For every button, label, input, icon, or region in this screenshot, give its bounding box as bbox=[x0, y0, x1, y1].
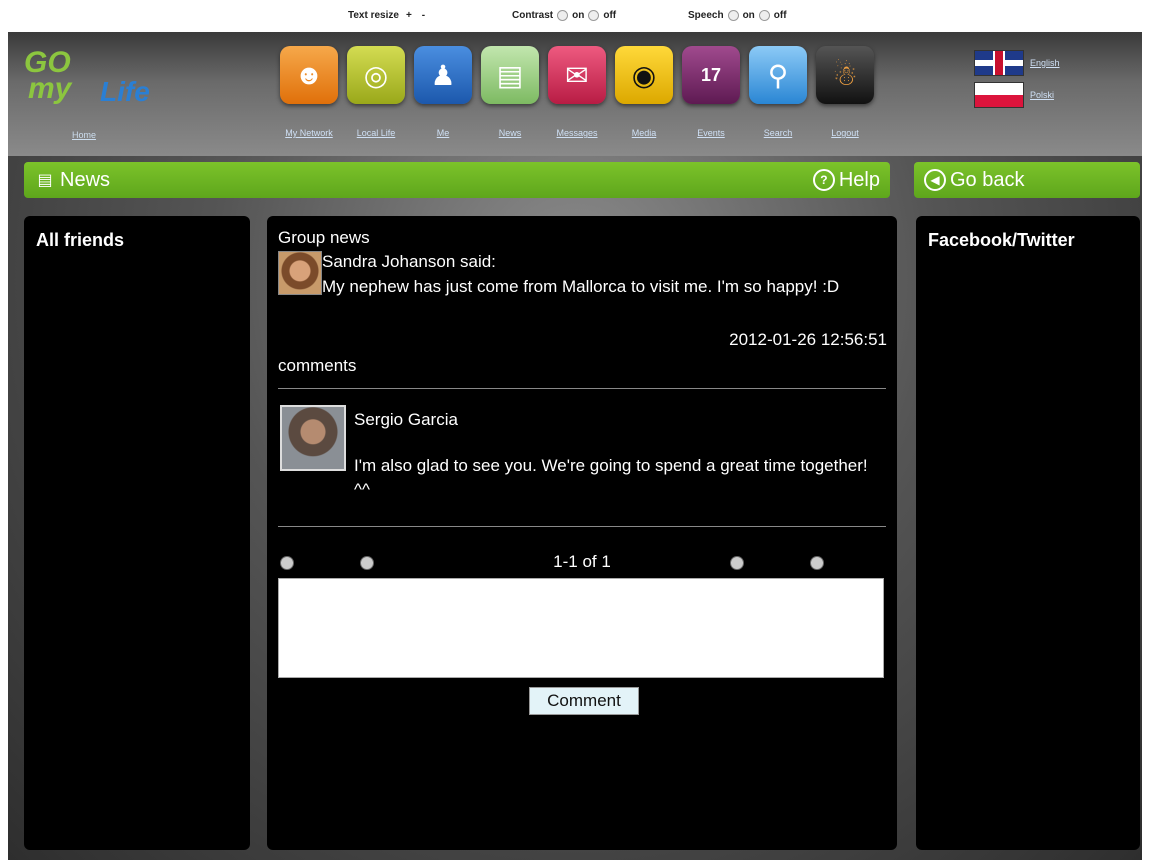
logo-life-text: Life bbox=[100, 76, 150, 107]
language-english[interactable]: English bbox=[974, 50, 1094, 76]
go-back-label: Go back bbox=[950, 168, 1025, 191]
media-icon: ◉ bbox=[615, 46, 673, 104]
contrast-off-label: off bbox=[603, 10, 617, 21]
me-icon: ♟ bbox=[414, 46, 472, 104]
avatar[interactable] bbox=[278, 251, 322, 295]
nav-events[interactable]: 17 Events bbox=[678, 46, 744, 154]
pagination: 1-1 of 1 bbox=[278, 552, 886, 574]
divider bbox=[278, 526, 886, 527]
events-icon: 17 bbox=[682, 46, 740, 104]
social-panel: Facebook/Twitter bbox=[916, 216, 1140, 850]
text-decrease-button[interactable]: - bbox=[419, 10, 428, 21]
post-timestamp: 2012-01-26 12:56:51 bbox=[729, 330, 887, 349]
first-page-button[interactable] bbox=[280, 556, 294, 570]
language-polski[interactable]: Polski bbox=[974, 82, 1094, 108]
home-link[interactable]: Home bbox=[72, 130, 96, 140]
back-arrow-icon: ◀ bbox=[924, 169, 946, 191]
friends-panel: All friends bbox=[24, 216, 250, 850]
app-frame: GO my Life Home ☻ My Network ◎ Local Lif… bbox=[8, 32, 1142, 860]
nav-messages[interactable]: ✉ Messages bbox=[544, 46, 610, 154]
nav-label: Media bbox=[631, 128, 657, 138]
nav-label: Events bbox=[697, 128, 725, 138]
next-page-button[interactable] bbox=[730, 556, 744, 570]
language-switcher: English Polski bbox=[974, 50, 1094, 114]
speech-off-label: off bbox=[773, 10, 787, 21]
go-back-button[interactable]: ◀ Go back bbox=[914, 162, 1140, 198]
messages-icon: ✉ bbox=[548, 46, 606, 104]
accessibility-bar: Text resize + - Contrast on off Speech o… bbox=[0, 0, 1150, 32]
text-resize-label: Text resize bbox=[348, 10, 399, 21]
social-panel-title: Facebook/Twitter bbox=[928, 230, 1075, 250]
poland-flag-icon bbox=[974, 82, 1024, 108]
main-nav: ☻ My Network ◎ Local Life ♟ Me ▤ News ✉ … bbox=[276, 46, 876, 156]
nav-search[interactable]: ⚲ Search bbox=[745, 46, 811, 154]
news-page-icon: ▤ bbox=[37, 172, 53, 189]
group-news-label: Group news bbox=[278, 228, 370, 247]
nav-news[interactable]: ▤ News bbox=[477, 46, 543, 154]
contrast-label: Contrast bbox=[512, 10, 554, 21]
language-label: Polski bbox=[1030, 90, 1055, 100]
speech-label: Speech bbox=[688, 10, 724, 21]
nav-label: Logout bbox=[831, 128, 859, 138]
text-resize-control: Text resize + - bbox=[348, 10, 428, 21]
logo-my-text: my bbox=[28, 72, 72, 105]
page-title: News bbox=[60, 168, 111, 191]
previous-page-button[interactable] bbox=[360, 556, 374, 570]
friends-panel-title: All friends bbox=[36, 230, 125, 250]
comment-input[interactable] bbox=[278, 578, 884, 678]
speech-control: Speech on off bbox=[688, 10, 787, 21]
post-text: My nephew has just come from Mallorca to… bbox=[322, 277, 840, 296]
last-page-button[interactable] bbox=[810, 556, 824, 570]
nav-label: Search bbox=[763, 128, 793, 138]
nav-my-network[interactable]: ☻ My Network bbox=[276, 46, 342, 154]
contrast-on-radio[interactable] bbox=[557, 10, 569, 21]
speech-on-radio[interactable] bbox=[727, 10, 739, 21]
header: GO my Life Home ☻ My Network ◎ Local Lif… bbox=[8, 32, 1142, 156]
news-feed-panel: Group news Sandra Johanson said: My neph… bbox=[267, 216, 897, 850]
news-title-bar: ▤ News ? Help bbox=[24, 162, 890, 198]
language-label: English bbox=[1030, 58, 1060, 68]
help-button[interactable]: ? Help bbox=[803, 162, 880, 198]
speech-off-radio[interactable] bbox=[758, 10, 770, 21]
nav-me[interactable]: ♟ Me bbox=[410, 46, 476, 154]
logout-icon: ☃ bbox=[816, 46, 874, 104]
uk-flag-icon bbox=[974, 50, 1024, 76]
comment-button[interactable]: Comment bbox=[529, 687, 639, 715]
nav-label: Local Life bbox=[356, 128, 396, 138]
comments-label: comments bbox=[278, 356, 357, 375]
search-icon: ⚲ bbox=[749, 46, 807, 104]
divider bbox=[278, 388, 886, 389]
comment-text: I'm also glad to see you. We're going to… bbox=[354, 456, 868, 499]
speech-on-label: on bbox=[742, 10, 755, 21]
nav-label: My Network bbox=[285, 128, 333, 138]
contrast-control: Contrast on off bbox=[512, 10, 616, 21]
nav-local-life[interactable]: ◎ Local Life bbox=[343, 46, 409, 154]
nav-label: News bbox=[498, 128, 522, 138]
comment-avatar[interactable] bbox=[280, 405, 346, 471]
contrast-on-label: on bbox=[572, 10, 585, 21]
help-label: Help bbox=[838, 168, 880, 191]
comment-author: Sergio Garcia bbox=[354, 410, 458, 429]
post-author: Sandra Johanson said: bbox=[322, 252, 496, 271]
contrast-off-radio[interactable] bbox=[588, 10, 600, 21]
gomylife-logo[interactable]: GO my Life bbox=[24, 46, 174, 122]
nav-media[interactable]: ◉ Media bbox=[611, 46, 677, 154]
nav-label: Messages bbox=[556, 128, 598, 138]
local-life-icon: ◎ bbox=[347, 46, 405, 104]
text-increase-button[interactable]: + bbox=[403, 10, 415, 21]
news-icon: ▤ bbox=[481, 46, 539, 104]
network-icon: ☻ bbox=[280, 46, 338, 104]
help-icon: ? bbox=[812, 169, 835, 191]
nav-label: Me bbox=[436, 128, 450, 138]
nav-logout[interactable]: ☃ Logout bbox=[812, 46, 878, 154]
